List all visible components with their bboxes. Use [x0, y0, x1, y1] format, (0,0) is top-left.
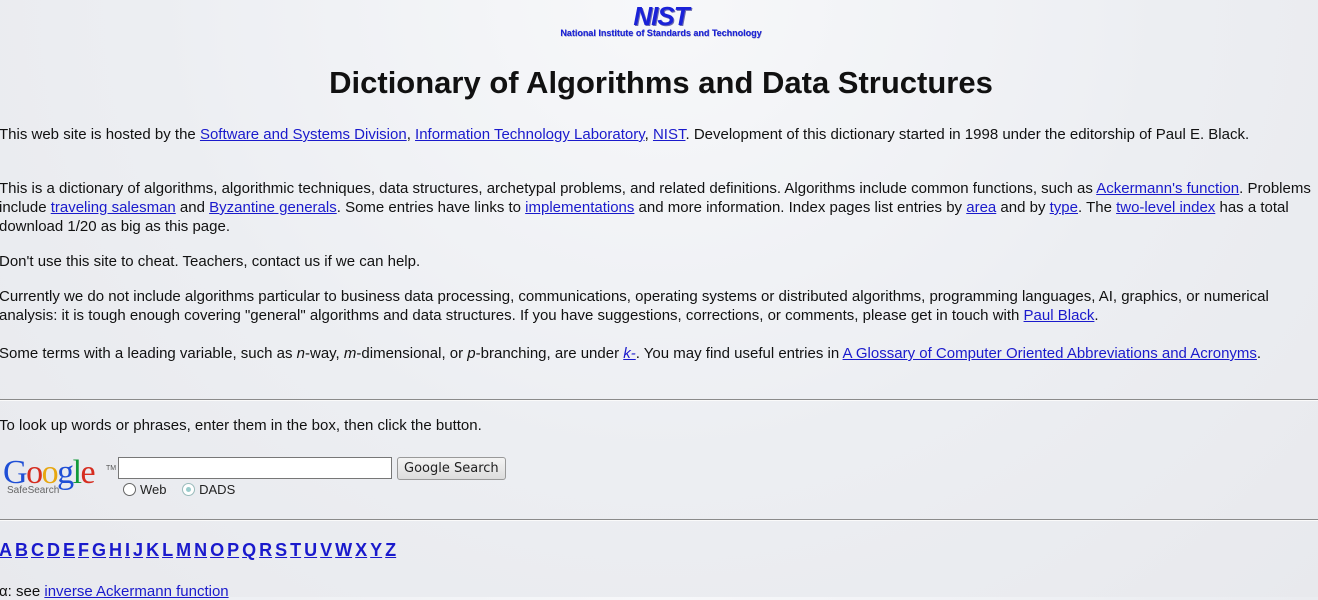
text-segment: This is a dictionary of algorithms, algo…	[0, 180, 1097, 197]
letter-link-x[interactable]: X	[355, 540, 367, 560]
divider	[0, 399, 1318, 401]
paul-black-link[interactable]: Paul Black	[1024, 307, 1095, 324]
software-systems-division-link[interactable]: Software and Systems Division	[200, 126, 407, 143]
letter-link-p[interactable]: P	[227, 540, 239, 560]
divider	[0, 519, 1318, 521]
nist-logo-subtitle: National Institute of Standards and Tech…	[560, 28, 762, 38]
search-scope-radio-group: Web DADS	[123, 482, 247, 497]
text-segment: ,	[406, 126, 416, 143]
text-segment: .	[1094, 307, 1099, 324]
google-logo-tm: TM	[106, 465, 117, 472]
radio-web-label[interactable]: Web	[140, 482, 167, 497]
letter-link-u[interactable]: U	[304, 540, 317, 560]
letter-link-b[interactable]: B	[15, 540, 28, 560]
letter-link-h[interactable]: H	[109, 540, 122, 560]
text-segment: and more information. Index pages list e…	[634, 199, 967, 216]
list-item: α: see inverse Ackermann function	[0, 583, 229, 600]
google-logo-letter: g	[57, 454, 74, 491]
entry-term: α	[0, 583, 8, 600]
two-level-index-link[interactable]: two-level index	[1116, 199, 1215, 216]
no-cheating-paragraph: Don't use this site to cheat. Teachers, …	[0, 253, 421, 270]
letter-link-a[interactable]: A	[0, 540, 12, 560]
nist-logo-wordmark: NIST	[633, 1, 689, 31]
text-segment: -way,	[305, 345, 344, 362]
safesearch-label: SafeSearch	[7, 485, 60, 496]
italic-m: m	[343, 345, 357, 362]
page-title: Dictionary of Algorithms and Data Struct…	[329, 65, 993, 100]
letter-link-f[interactable]: F	[78, 540, 89, 560]
text-segment: .	[1256, 345, 1262, 362]
letter-link-w[interactable]: W	[335, 540, 352, 560]
text-segment: Some terms with a leading variable, such…	[0, 345, 297, 362]
area-index-link[interactable]: area	[966, 199, 996, 216]
letter-link-j[interactable]: J	[133, 540, 143, 560]
google-logo-letter: e	[80, 454, 96, 491]
text-segment: -dimensional, or	[356, 345, 468, 362]
radio-dads-label[interactable]: DADS	[199, 482, 235, 497]
leading-variable-paragraph: Some terms with a leading variable, such…	[0, 344, 1289, 363]
type-index-link[interactable]: type	[1050, 199, 1078, 216]
alphabet-index: ABCDEFGHIJKLMNOPQRSTUVWXYZ	[0, 539, 399, 561]
text-segment: . You may find useful entries in	[635, 345, 843, 362]
letter-link-y[interactable]: Y	[370, 540, 382, 560]
k-dash-link[interactable]: k-	[623, 345, 636, 362]
text-segment: and by	[996, 199, 1050, 216]
letter-link-t[interactable]: T	[290, 540, 301, 560]
text-segment: This web site is hosted by the	[0, 126, 200, 143]
scope-paragraph: Currently we do not include algorithms p…	[0, 287, 1289, 325]
letter-link-s[interactable]: S	[275, 540, 287, 560]
text-segment: . The	[1078, 199, 1117, 216]
text-segment: -branching, are under	[475, 345, 624, 362]
letter-link-g[interactable]: G	[92, 540, 106, 560]
nist-logo[interactable]: NIST National Institute of Standards and…	[550, 1, 772, 39]
letter-link-l[interactable]: L	[162, 540, 173, 560]
nist-link[interactable]: NIST	[653, 126, 686, 143]
radio-web[interactable]	[123, 483, 136, 496]
intro-hosting-paragraph: This web site is hosted by the Software …	[0, 125, 1289, 144]
letter-link-c[interactable]: C	[31, 540, 44, 560]
italic-p: p	[467, 345, 476, 362]
letter-link-o[interactable]: O	[210, 540, 224, 560]
google-logo-letter: l	[72, 454, 82, 491]
text-segment: . Development of this dictionary started…	[685, 126, 1250, 143]
google-search-form: Google TM SafeSearch Google Search Web D…	[2, 454, 522, 504]
radio-dads[interactable]	[182, 483, 196, 496]
glossary-link[interactable]: A Glossary of Computer Oriented Abbrevia…	[843, 345, 1257, 362]
letter-link-e[interactable]: E	[63, 540, 75, 560]
letter-link-k[interactable]: K	[146, 540, 159, 560]
ackermann-function-link[interactable]: Ackermann's function	[1096, 180, 1239, 197]
entry-link[interactable]: inverse Ackermann function	[44, 583, 228, 600]
entry-list: α: see inverse Ackermann function	[0, 583, 229, 600]
itl-link[interactable]: Information Technology Laboratory	[415, 126, 645, 143]
text-segment: ,	[644, 126, 653, 143]
letter-link-v[interactable]: V	[320, 540, 332, 560]
implementations-link[interactable]: implementations	[525, 199, 634, 216]
letter-link-i[interactable]: I	[125, 540, 130, 560]
letter-link-d[interactable]: D	[47, 540, 60, 560]
byzantine-generals-link[interactable]: Byzantine generals	[209, 199, 337, 216]
letter-link-r[interactable]: R	[259, 540, 272, 560]
entry-see-text: : see	[7, 583, 45, 600]
letter-link-q[interactable]: Q	[242, 540, 256, 560]
italic-n: n	[296, 345, 305, 362]
letter-link-m[interactable]: M	[176, 540, 191, 560]
letter-link-n[interactable]: N	[194, 540, 207, 560]
google-logo[interactable]: Google TM SafeSearch	[2, 454, 116, 498]
letter-link-z[interactable]: Z	[385, 540, 396, 560]
search-input[interactable]	[118, 457, 392, 479]
google-search-button[interactable]: Google Search	[397, 457, 506, 480]
search-instructions: To look up words or phrases, enter them …	[0, 417, 482, 434]
traveling-salesman-link[interactable]: traveling salesman	[51, 199, 176, 216]
text-segment: . Some entries have links to	[336, 199, 526, 216]
text-segment: and	[175, 199, 210, 216]
intro-description-paragraph: This is a dictionary of algorithms, algo…	[0, 179, 1318, 236]
